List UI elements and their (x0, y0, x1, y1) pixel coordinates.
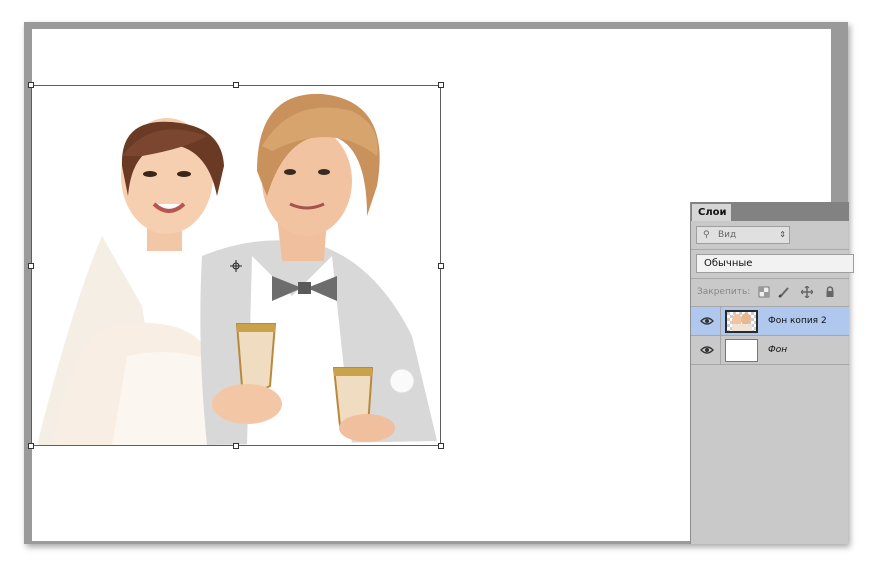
reference-point-icon[interactable] (230, 260, 242, 272)
layer-name[interactable]: Фон (768, 336, 787, 365)
lock-transparent-pixels-icon[interactable] (758, 286, 770, 298)
lock-all-icon[interactable] (824, 286, 836, 298)
lock-label: Закрепить: (697, 287, 751, 297)
blend-mode-select[interactable]: Обычные (696, 254, 854, 273)
visibility-eye-icon[interactable] (700, 315, 714, 327)
layer-row-fon[interactable]: Фон (691, 336, 849, 365)
kind-filter-arrow-icon: ⇕ (779, 230, 786, 239)
divider (691, 249, 849, 250)
panel-tab-bar: Слои (691, 202, 849, 221)
layer-thumbnail (725, 339, 758, 362)
search-icon: ⚲ (703, 230, 710, 240)
layer-name[interactable]: Фон копия 2 (768, 307, 827, 336)
lock-image-pixels-icon[interactable] (778, 286, 790, 298)
divider (691, 278, 849, 279)
visibility-eye-icon[interactable] (700, 344, 714, 356)
divider (720, 336, 721, 365)
transform-handle-bottom-right[interactable] (438, 443, 444, 449)
transform-handle-top[interactable] (233, 82, 239, 88)
transform-handle-bottom-left[interactable] (28, 443, 34, 449)
layer-thumbnail (725, 310, 758, 333)
transform-handle-bottom[interactable] (233, 443, 239, 449)
kind-filter-label: Вид (718, 230, 737, 240)
divider (720, 307, 721, 336)
transform-handle-top-left[interactable] (28, 82, 34, 88)
transform-handle-left[interactable] (28, 263, 34, 269)
tab-layers[interactable]: Слои (692, 204, 731, 221)
lock-position-icon[interactable] (801, 286, 813, 298)
layer-row-fon-kopiya-2[interactable]: Фон копия 2 (691, 307, 849, 336)
layers-panel: Слои ⚲ Вид ⇕ Обычные Закрепить: Фон копи… (690, 202, 854, 544)
transform-handle-right[interactable] (438, 263, 444, 269)
transform-handle-top-right[interactable] (438, 82, 444, 88)
layer-kind-filter[interactable]: ⚲ Вид ⇕ (696, 226, 790, 244)
